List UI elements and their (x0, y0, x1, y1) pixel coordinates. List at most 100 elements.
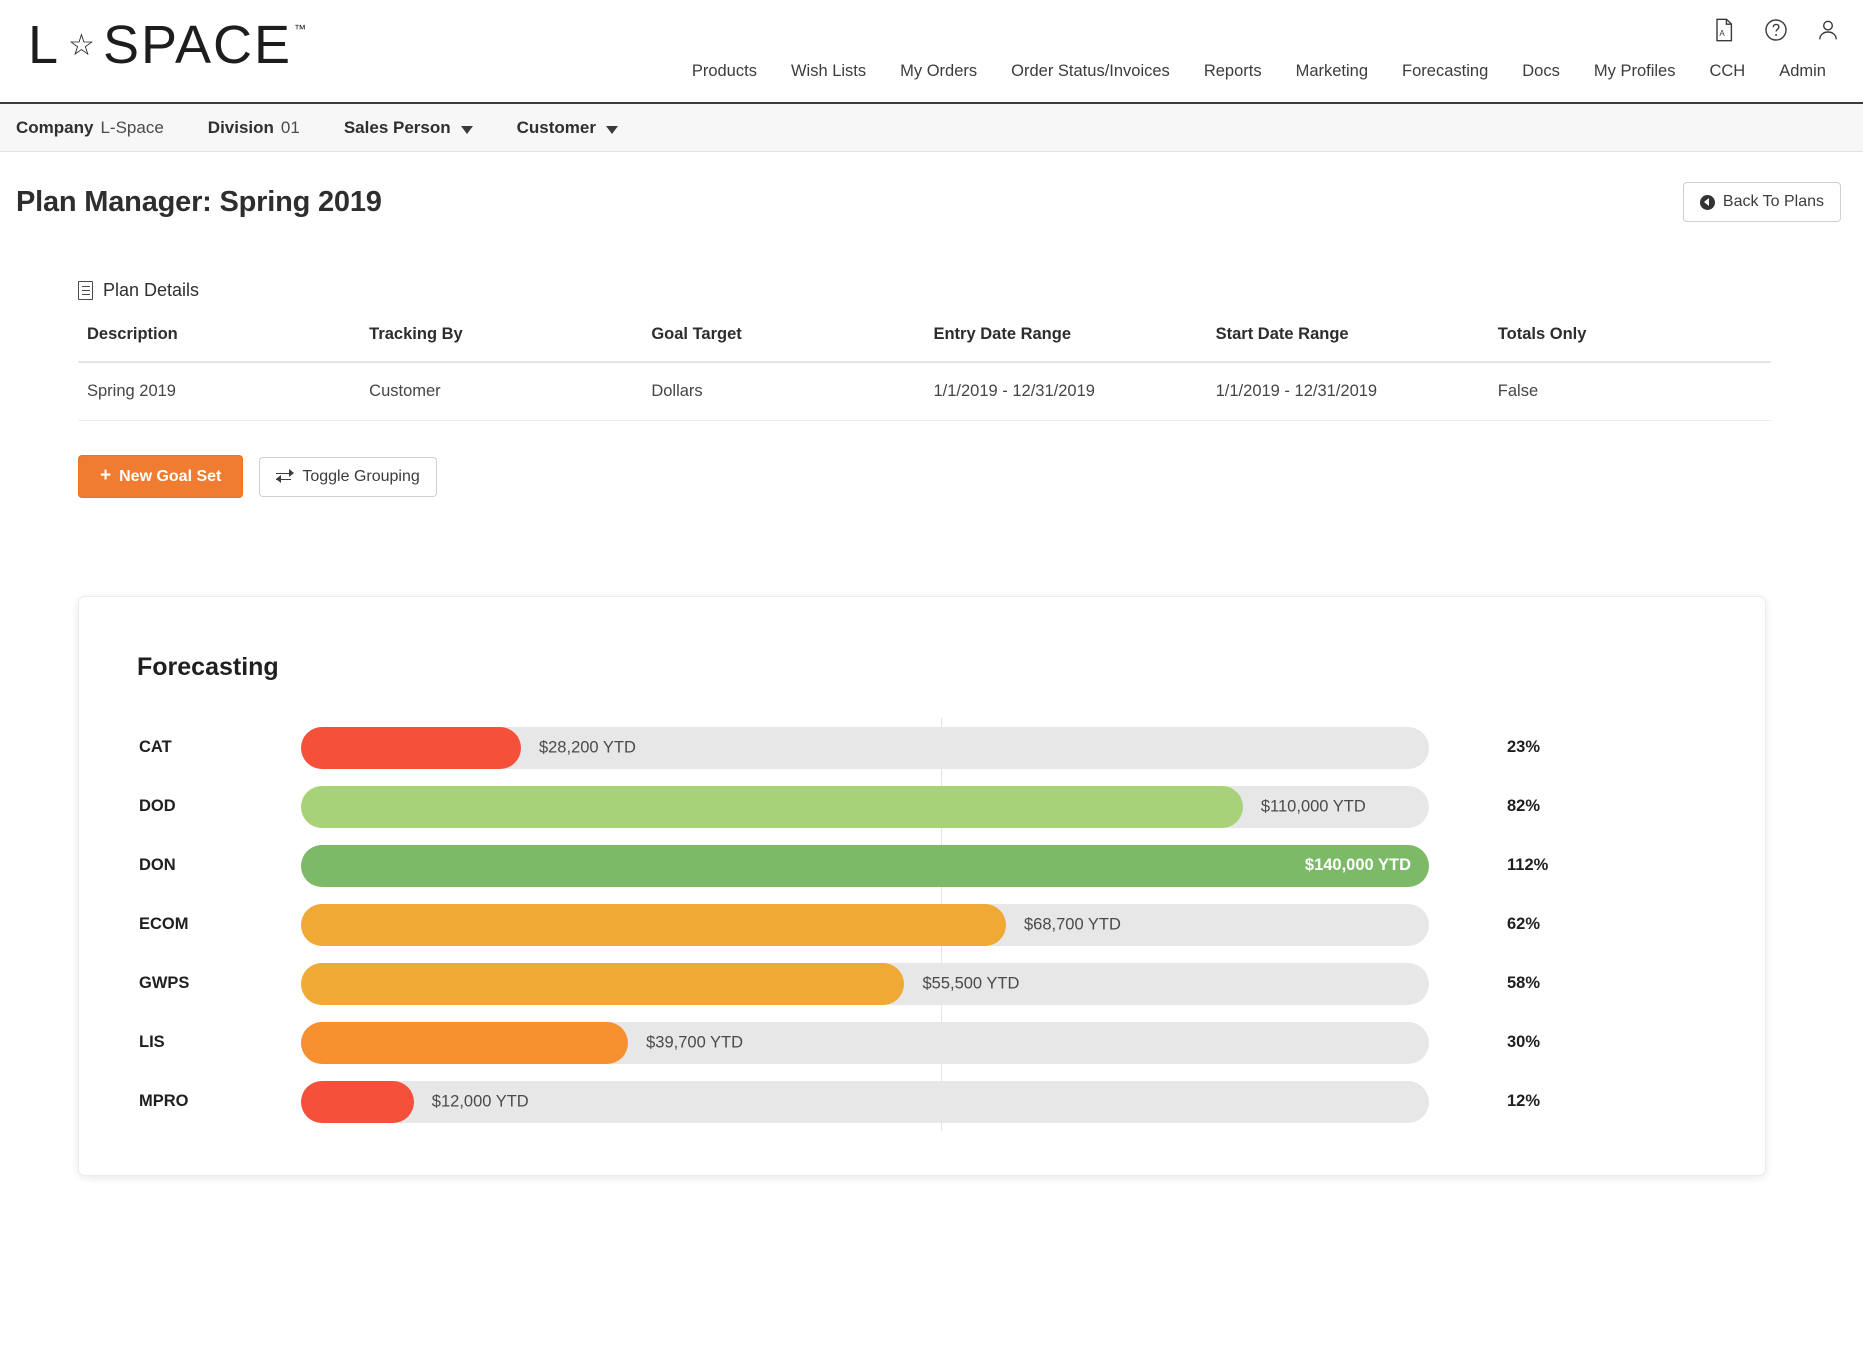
bar-percent-label: 23% (1507, 738, 1541, 756)
bar-track: $110,000 YTD (301, 785, 1429, 828)
new-goal-set-label: New Goal Set (119, 467, 222, 485)
back-to-plans-button[interactable]: Back To Plans (1682, 182, 1841, 222)
logo-letter-l: L (28, 15, 61, 75)
chevron-down-icon (605, 125, 618, 134)
toggle-grouping-label: Toggle Grouping (302, 467, 420, 485)
star-icon: ☆ (68, 29, 97, 62)
bar-row: LIS $39,700 YTD 30% (135, 1013, 1713, 1072)
bar-fill[interactable] (301, 962, 905, 1005)
bar-value-label: $110,000 YTD (1260, 797, 1366, 815)
plus-icon: + (100, 465, 112, 486)
page-title: Plan Manager: Spring 2019 (16, 185, 382, 218)
bar-fill[interactable] (301, 785, 1243, 828)
bar-track: $55,500 YTD (301, 962, 1429, 1005)
breadcrumb-sales-person-key: Sales Person (343, 117, 451, 137)
plan-details-header: Plan Details (78, 280, 1771, 301)
table-row[interactable]: Spring 2019 Customer Dollars 1/1/2019 - … (78, 362, 1771, 421)
chevron-down-icon (460, 125, 473, 134)
plan-details-title: Plan Details (103, 280, 200, 300)
bar-value-label: $12,000 YTD (431, 1092, 529, 1110)
nav-item-cch[interactable]: CCH (1692, 58, 1762, 85)
plan-details-table: Description Tracking By Goal Target Entr… (78, 325, 1771, 421)
bar-category-label: CAT (139, 738, 172, 756)
pdf-icon[interactable]: A (1711, 16, 1737, 44)
page-content: Plan Details Description Tracking By Goa… (0, 280, 1863, 498)
cell-tracking-by: Customer (360, 362, 643, 421)
bar-row: DON $140,000 YTD 112% (135, 836, 1713, 895)
nav-item-marketing[interactable]: Marketing (1279, 58, 1385, 85)
column-header-goal-target: Goal Target (642, 325, 925, 363)
column-header-totals-only: Totals Only (1488, 325, 1771, 363)
nav-item-my-profiles[interactable]: My Profiles (1577, 58, 1693, 85)
user-account-icon[interactable] (1815, 16, 1841, 44)
plan-actions: + New Goal Set Toggle Grouping (78, 455, 1771, 498)
swap-arrows-icon (276, 469, 295, 484)
bar-row: MPRO $12,000 YTD 12% (135, 1072, 1713, 1131)
bar-value-label: $55,500 YTD (922, 974, 1020, 992)
breadcrumb-company-key: Company (16, 117, 94, 137)
trademark-symbol: ™ (294, 22, 307, 36)
bar-row: DOD $110,000 YTD 82% (135, 777, 1713, 836)
main-navigation: Products Wish Lists My Orders Order Stat… (675, 58, 1843, 85)
column-header-description: Description (78, 325, 361, 363)
cell-goal-target: Dollars (642, 362, 925, 421)
bar-fill[interactable] (301, 1021, 629, 1064)
nav-item-reports[interactable]: Reports (1187, 58, 1279, 85)
breadcrumb-item-division[interactable]: Division 01 (208, 118, 322, 138)
logo-wordmark: SPACE (102, 15, 293, 75)
bar-value-label: $140,000 YTD (1304, 856, 1411, 874)
bar-value-label: $28,200 YTD (538, 738, 636, 756)
document-icon (78, 281, 93, 300)
bar-percent-label: 62% (1507, 915, 1541, 933)
nav-item-my-orders[interactable]: My Orders (883, 58, 994, 85)
bar-track: $39,700 YTD (301, 1021, 1429, 1064)
bar-rows-container: CAT $28,200 YTD 23% DOD $110,000 YTD 82% DON $1… (135, 718, 1713, 1131)
bar-fill[interactable] (301, 726, 521, 769)
svg-text:A: A (1719, 29, 1725, 38)
bar-fill[interactable] (301, 903, 1006, 946)
nav-item-products[interactable]: Products (675, 58, 774, 85)
bar-row: GWPS $55,500 YTD 58% (135, 954, 1713, 1013)
column-header-entry-date-range: Entry Date Range (924, 325, 1207, 363)
bar-category-label: LIS (139, 1033, 165, 1051)
bar-value-label: $39,700 YTD (646, 1033, 744, 1051)
plan-details-panel: Plan Details Description Tracking By Goa… (16, 280, 1841, 498)
new-goal-set-button[interactable]: + New Goal Set (78, 455, 244, 498)
breadcrumb-company-value: L-Space (100, 117, 164, 137)
nav-item-forecasting[interactable]: Forecasting (1385, 58, 1505, 85)
back-to-plans-label: Back To Plans (1722, 193, 1824, 210)
toggle-grouping-button[interactable]: Toggle Grouping (259, 456, 437, 497)
cell-description: Spring 2019 (78, 362, 361, 421)
forecasting-card: Forecasting CAT $28,200 YTD 23% DOD $110,000… (78, 596, 1766, 1176)
page-title-row: Plan Manager: Spring 2019 Back To Plans (0, 152, 1863, 222)
help-icon[interactable] (1763, 16, 1789, 44)
arrow-left-circle-icon (1699, 194, 1715, 210)
breadcrumb-division-value: 01 (280, 117, 300, 137)
bar-percent-label: 12% (1507, 1092, 1541, 1110)
nav-item-wish-lists[interactable]: Wish Lists (774, 58, 883, 85)
bar-fill[interactable] (301, 1080, 414, 1123)
bar-fill[interactable]: $140,000 YTD (301, 844, 1429, 887)
breadcrumb-item-company[interactable]: Company L-Space (16, 118, 186, 138)
nav-item-docs[interactable]: Docs (1505, 58, 1577, 85)
bar-track: $140,000 YTD (301, 844, 1429, 887)
bar-track: $12,000 YTD (301, 1080, 1429, 1123)
breadcrumb-item-sales-person[interactable]: Sales Person (344, 118, 495, 138)
breadcrumb: Company L-Space Division 01 Sales Person… (0, 104, 1863, 152)
bar-percent-label: 82% (1507, 797, 1541, 815)
nav-item-admin[interactable]: Admin (1762, 58, 1843, 85)
brand-logo[interactable]: L ☆ SPACE ™ (28, 14, 307, 76)
bar-percent-label: 58% (1507, 974, 1541, 992)
breadcrumb-customer-key: Customer (516, 117, 596, 137)
breadcrumb-item-customer[interactable]: Customer (517, 118, 640, 138)
bar-category-label: ECOM (139, 915, 189, 933)
app-header: L ☆ SPACE ™ A Products Wish Lists My Ord… (0, 0, 1863, 104)
column-header-start-date-range: Start Date Range (1206, 325, 1489, 363)
bar-track: $28,200 YTD (301, 726, 1429, 769)
nav-item-order-status-invoices[interactable]: Order Status/Invoices (994, 58, 1187, 85)
bar-category-label: DOD (139, 797, 176, 815)
bar-track: $68,700 YTD (301, 903, 1429, 946)
forecasting-title: Forecasting (137, 653, 279, 681)
table-header-row: Description Tracking By Goal Target Entr… (78, 325, 1771, 363)
bar-row: ECOM $68,700 YTD 62% (135, 895, 1713, 954)
